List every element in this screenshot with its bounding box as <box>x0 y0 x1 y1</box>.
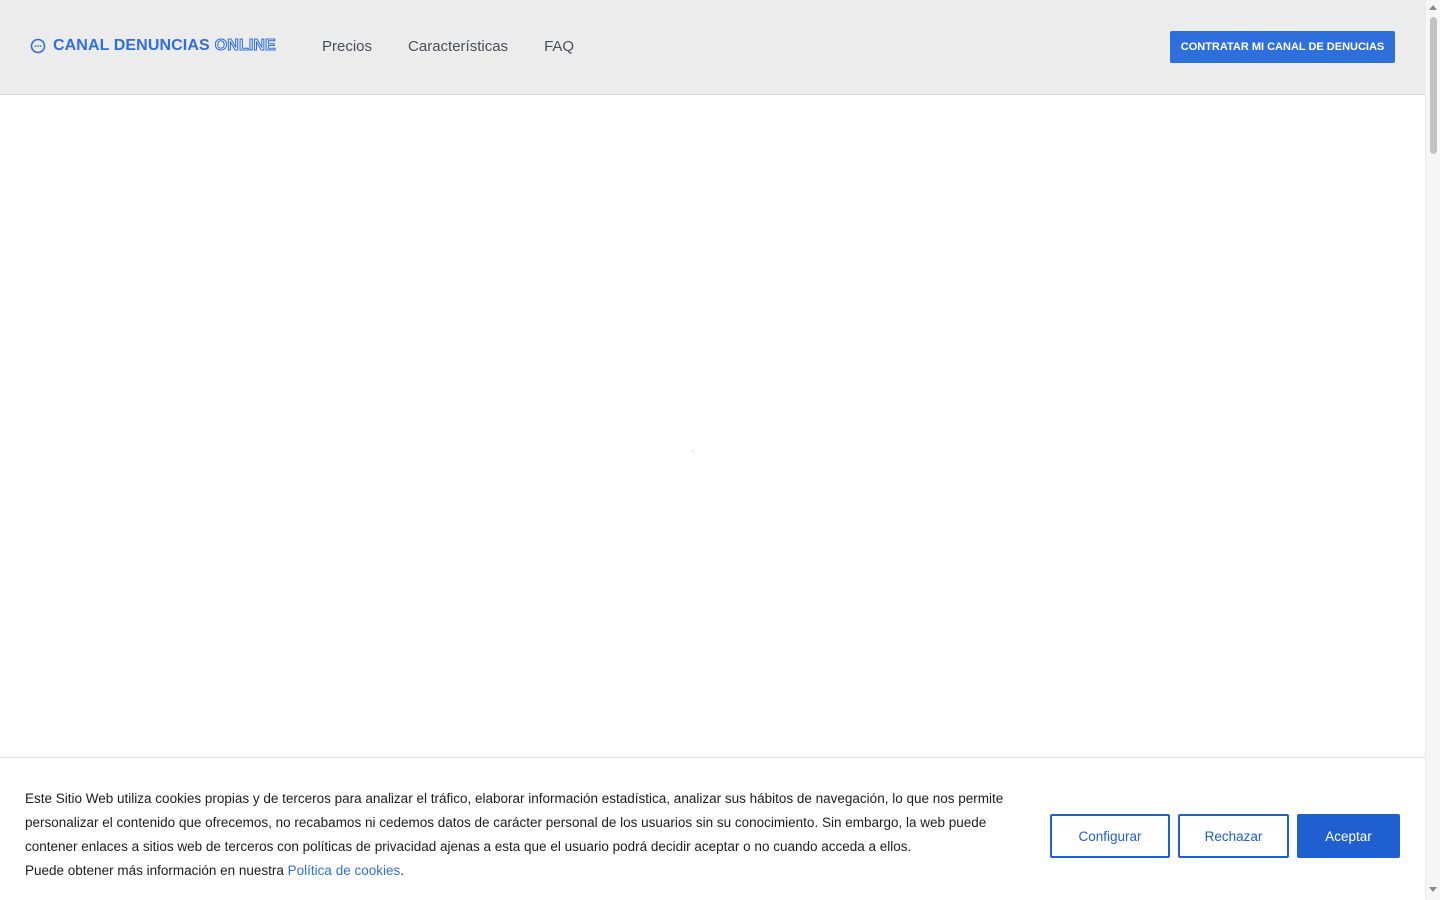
cookie-more-info: Puede obtener más información en nuestra… <box>25 859 1020 883</box>
nav-link-faq[interactable]: FAQ <box>544 37 574 56</box>
nav-link-caracteristicas[interactable]: Características <box>408 37 508 56</box>
cookie-banner: Este Sitio Web utiliza cookies propias y… <box>0 757 1425 900</box>
main-nav: Precios Características FAQ <box>322 37 574 56</box>
accept-cookies-button[interactable]: Aceptar <box>1297 814 1400 858</box>
scroll-up-arrow-icon[interactable] <box>1429 5 1437 10</box>
site-logo[interactable]: CANAL DENUNCIAS ONLINE <box>30 36 276 56</box>
scrollbar-thumb[interactable] <box>1430 17 1437 154</box>
loading-indicator <box>692 450 694 452</box>
cookie-description: Este Sitio Web utiliza cookies propias y… <box>25 791 1004 854</box>
cookie-policy-link[interactable]: Política de cookies <box>288 863 401 878</box>
vertical-scrollbar[interactable] <box>1425 0 1440 900</box>
nav-link-precios[interactable]: Precios <box>322 37 372 56</box>
configure-cookies-button[interactable]: Configurar <box>1050 814 1170 858</box>
logo-main-text: CANAL DENUNCIAS <box>53 37 210 54</box>
cookie-more-info-suffix: . <box>400 863 404 878</box>
cookie-message: Este Sitio Web utiliza cookies propias y… <box>25 787 1020 883</box>
site-header: CANAL DENUNCIAS ONLINE Precios Caracterí… <box>0 0 1425 95</box>
scroll-down-arrow-icon[interactable] <box>1429 887 1437 892</box>
logo-accent-text: ONLINE <box>214 37 276 55</box>
cookie-more-info-prefix: Puede obtener más información en nuestra <box>25 863 284 878</box>
reject-cookies-button[interactable]: Rechazar <box>1178 814 1289 858</box>
chat-bubble-icon <box>30 38 46 54</box>
hire-channel-button[interactable]: CONTRATAR MI CANAL DE DENUCIAS <box>1170 31 1395 63</box>
